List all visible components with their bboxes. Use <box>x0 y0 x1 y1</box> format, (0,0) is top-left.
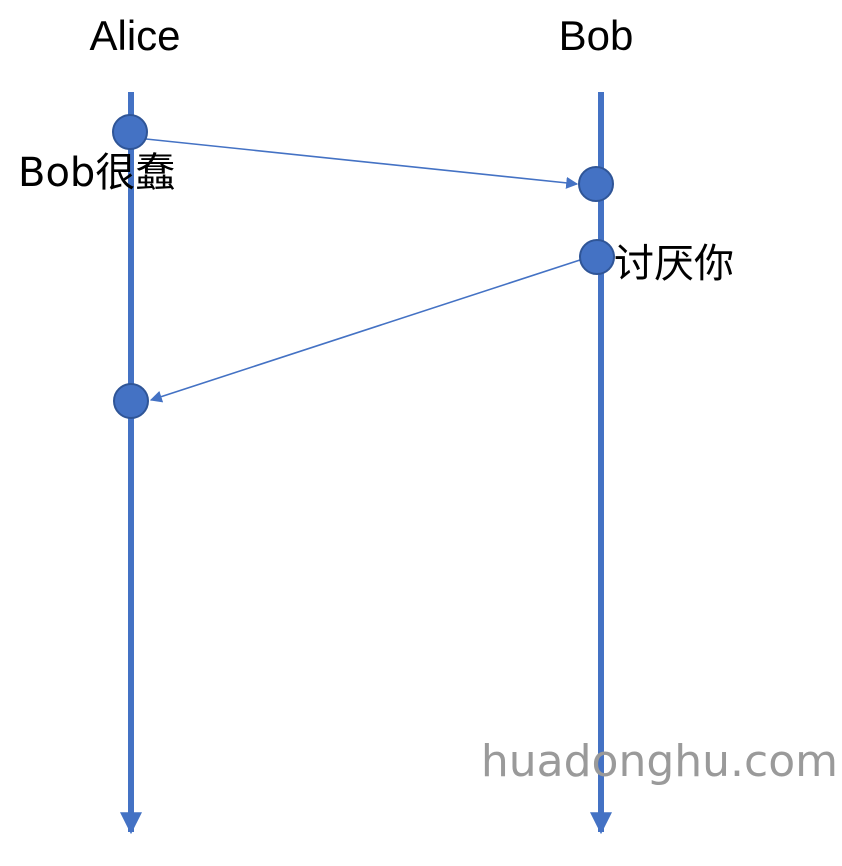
event-dot-bob-send <box>579 239 615 275</box>
event-dot-bob-receive <box>578 166 614 202</box>
message-label-alice-to-bob: Bob很蠢 <box>18 150 175 196</box>
event-dot-alice-receive <box>113 383 149 419</box>
participant-alice-label: Alice <box>89 12 180 59</box>
event-dot-alice-send <box>112 114 148 150</box>
participant-bob-label: Bob <box>559 12 634 59</box>
watermark-text: huadonghu.com <box>481 736 838 787</box>
message-arrow-bob-to-alice <box>149 259 581 403</box>
message-arrow-alice-to-bob <box>145 138 579 189</box>
sequence-diagram: Alice Bob Bob很蠢 讨厌你 huadonghu.com <box>18 12 838 835</box>
message-label-bob-to-alice: 讨厌你 <box>614 241 734 287</box>
